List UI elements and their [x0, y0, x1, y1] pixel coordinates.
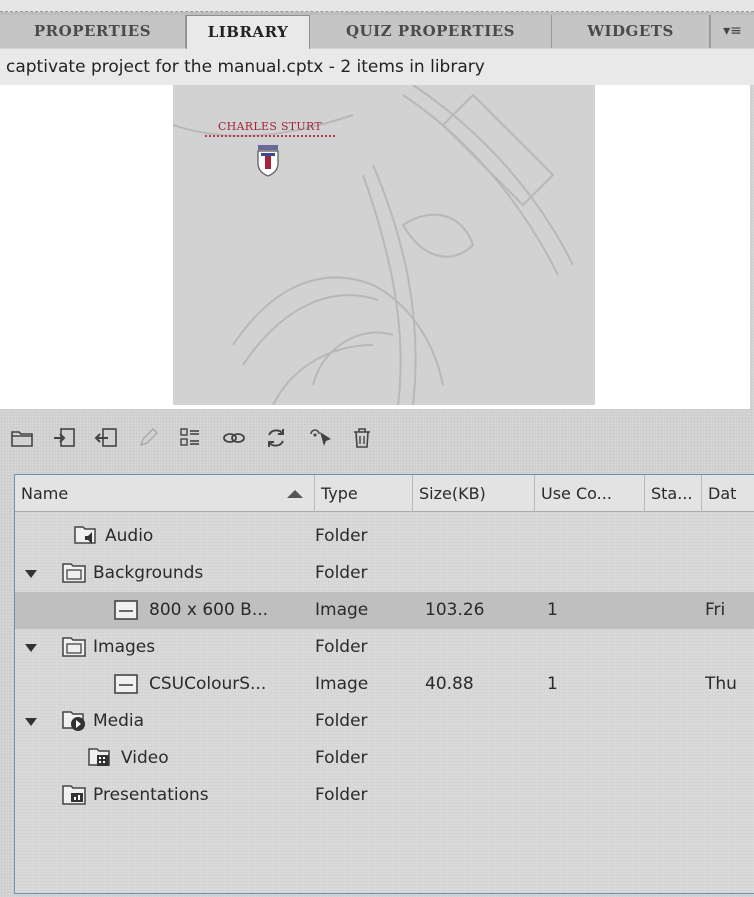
preview-area: CHARLES STURT	[0, 85, 750, 410]
expanded-arrow-icon[interactable]	[25, 570, 37, 578]
row-name: Presentations	[93, 785, 209, 805]
expanded-arrow-icon[interactable]	[25, 644, 37, 652]
row-use-count: 1	[547, 674, 558, 694]
row-type: Folder	[315, 785, 368, 805]
folder-icon	[62, 637, 86, 657]
new-folder-icon[interactable]	[8, 424, 36, 452]
row-type: Folder	[315, 637, 368, 657]
import-icon[interactable]	[50, 424, 78, 452]
sort-ascending-icon	[287, 490, 303, 498]
column-header-date[interactable]: Dat	[702, 475, 754, 512]
tab-quiz-properties[interactable]: QUIZ PROPERTIES	[310, 15, 552, 48]
row-name: Video	[121, 748, 169, 768]
row-date: Thu	[705, 674, 737, 694]
tab-widgets[interactable]: WIDGETS	[552, 15, 710, 48]
library-summary: captivate project for the manual.cptx - …	[0, 49, 754, 85]
tab-library[interactable]: LIBRARY	[186, 15, 310, 49]
crest-icon	[257, 145, 279, 177]
row-name: Backgrounds	[93, 563, 204, 583]
folder-icon	[62, 563, 86, 583]
row-type: Folder	[315, 563, 368, 583]
row-name: CSUColourS...	[149, 674, 267, 694]
table-row[interactable]: Video Folder	[15, 740, 754, 777]
table-row[interactable]: Images Folder	[15, 629, 754, 666]
tab-properties[interactable]: PROPERTIES	[0, 15, 186, 48]
properties-icon[interactable]	[176, 424, 204, 452]
row-type: Folder	[315, 711, 368, 731]
expanded-arrow-icon[interactable]	[25, 718, 37, 726]
table-row[interactable]: Backgrounds Folder	[15, 555, 754, 592]
edit-icon[interactable]	[134, 424, 162, 452]
row-type: Image	[315, 674, 369, 694]
table-row[interactable]: Presentations Folder	[15, 777, 754, 814]
delete-icon[interactable]	[348, 424, 376, 452]
library-panel: PROPERTIES LIBRARY QUIZ PROPERTIES WIDGE…	[0, 0, 754, 897]
row-name: Audio	[105, 526, 154, 546]
row-size: 103.26	[425, 600, 485, 620]
presentation-folder-icon	[62, 785, 86, 805]
panel-tab-bar: PROPERTIES LIBRARY QUIZ PROPERTIES WIDGE…	[0, 12, 754, 49]
column-header-size[interactable]: Size(KB)	[413, 475, 535, 512]
column-header-name[interactable]: Name	[15, 475, 315, 512]
media-folder-icon	[62, 711, 85, 731]
preview-image: CHARLES STURT	[173, 85, 595, 405]
table-row[interactable]: Audio Folder	[15, 518, 754, 555]
table-header: Name Type Size(KB) Use Co... Sta... Dat	[15, 475, 754, 512]
row-type: Folder	[315, 526, 368, 546]
row-name: 800 x 600 B...	[149, 600, 269, 620]
row-use-count: 1	[547, 600, 558, 620]
image-icon	[114, 600, 138, 620]
image-icon	[114, 674, 138, 694]
table-row[interactable]: CSUColourS... Image 40.88 1 Thu	[15, 666, 754, 703]
panel-menu-icon[interactable]: ▾≡	[710, 15, 754, 48]
video-folder-icon	[88, 748, 110, 766]
update-icon[interactable]	[262, 424, 290, 452]
column-header-use-count[interactable]: Use Co...	[535, 475, 645, 512]
audio-folder-icon	[74, 526, 96, 544]
row-type: Folder	[315, 748, 368, 768]
usage-icon[interactable]	[220, 424, 248, 452]
row-name: Media	[93, 711, 145, 731]
row-type: Image	[315, 600, 369, 620]
export-icon[interactable]	[92, 424, 120, 452]
row-date: Fri	[705, 600, 726, 620]
row-name: Images	[93, 637, 156, 657]
logo-wordmark: CHARLES STURT	[217, 120, 323, 133]
logo-subtitle-line	[205, 135, 335, 138]
column-header-status[interactable]: Sta...	[645, 475, 702, 512]
row-size: 40.88	[425, 674, 474, 694]
background-artwork	[173, 85, 574, 405]
library-toolbar	[0, 418, 754, 458]
table-row[interactable]: 800 x 600 B... Image 103.26 1 Fri	[15, 592, 754, 629]
column-header-type[interactable]: Type	[315, 475, 413, 512]
panel-grip[interactable]	[0, 0, 754, 12]
table-row[interactable]: Media Folder	[15, 703, 754, 740]
select-unused-icon[interactable]	[306, 424, 334, 452]
library-table: Name Type Size(KB) Use Co... Sta... Dat …	[14, 474, 754, 894]
